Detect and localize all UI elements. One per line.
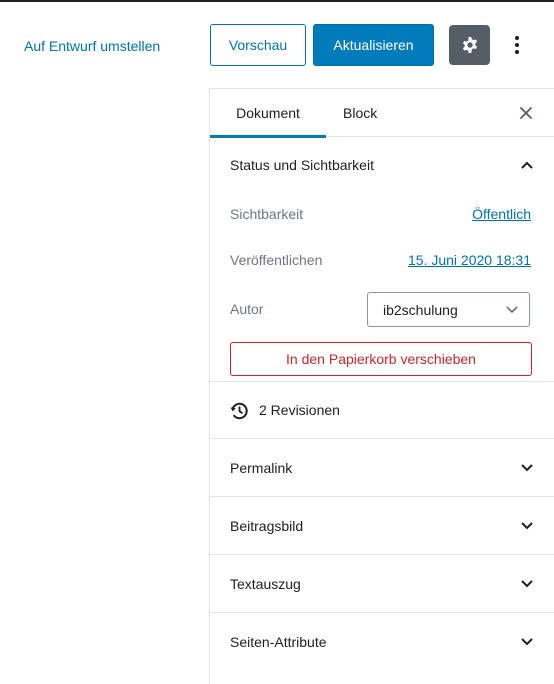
preview-button[interactable]: Vorschau: [210, 24, 306, 66]
more-options-button[interactable]: [505, 25, 529, 65]
status-visibility-panel: Status und Sichtbarkeit Sichtbarkeit Öff…: [210, 137, 554, 382]
chevron-down-icon: [521, 638, 533, 646]
panel-title-status[interactable]: Status und Sichtbarkeit: [230, 157, 374, 173]
dot: [515, 50, 519, 54]
close-icon: [520, 107, 532, 119]
close-sidebar-button[interactable]: [516, 103, 536, 123]
revisions-label: 2 Revisionen: [259, 402, 340, 418]
author-select[interactable]: ib2schulung: [367, 292, 530, 327]
panel-page-attributes[interactable]: Seiten-Attribute: [210, 613, 554, 671]
publish-label: Veröffentlichen: [230, 252, 323, 268]
chevron-up-icon[interactable]: [520, 158, 534, 172]
author-value: ib2schulung: [383, 301, 458, 318]
panel-featured-image[interactable]: Beitragsbild: [210, 497, 554, 555]
panel-excerpt[interactable]: Textauszug: [210, 555, 554, 613]
dot: [515, 36, 519, 40]
update-button[interactable]: Aktualisieren: [313, 24, 434, 66]
dot: [515, 43, 519, 47]
chevron-down-icon: [521, 580, 533, 588]
move-to-trash-button[interactable]: In den Papierkorb verschieben: [230, 342, 532, 376]
panel-title: Beitragsbild: [230, 518, 304, 534]
revisions-panel[interactable]: 2 Revisionen: [210, 382, 554, 439]
switch-to-draft-button[interactable]: Auf Entwurf umstellen: [24, 38, 160, 54]
chevron-down-icon: [506, 306, 518, 314]
settings-sidebar: Dokument Block Status und Sichtbarkeit S…: [209, 88, 554, 684]
panel-permalink[interactable]: Permalink: [210, 439, 554, 497]
panel-title: Seiten-Attribute: [230, 634, 327, 650]
publish-date-link[interactable]: 15. Juni 2020 18:31: [408, 252, 531, 268]
sidebar-tabs: Dokument Block: [210, 89, 554, 138]
visibility-label: Sichtbarkeit: [230, 206, 304, 222]
author-label: Autor: [230, 301, 264, 317]
chevron-down-icon: [521, 464, 533, 472]
tab-block[interactable]: Block: [343, 89, 383, 137]
tab-document[interactable]: Dokument: [210, 89, 326, 138]
panel-title: Textauszug: [230, 576, 301, 592]
panel-title: Permalink: [230, 460, 293, 476]
visibility-link[interactable]: Öffentlich: [472, 206, 531, 222]
gear-icon: [462, 37, 477, 53]
chevron-down-icon: [521, 522, 533, 530]
history-icon: [230, 402, 248, 420]
settings-button[interactable]: [449, 25, 490, 65]
editor-header: Auf Entwurf umstellen Vorschau Aktualisi…: [0, 2, 554, 88]
